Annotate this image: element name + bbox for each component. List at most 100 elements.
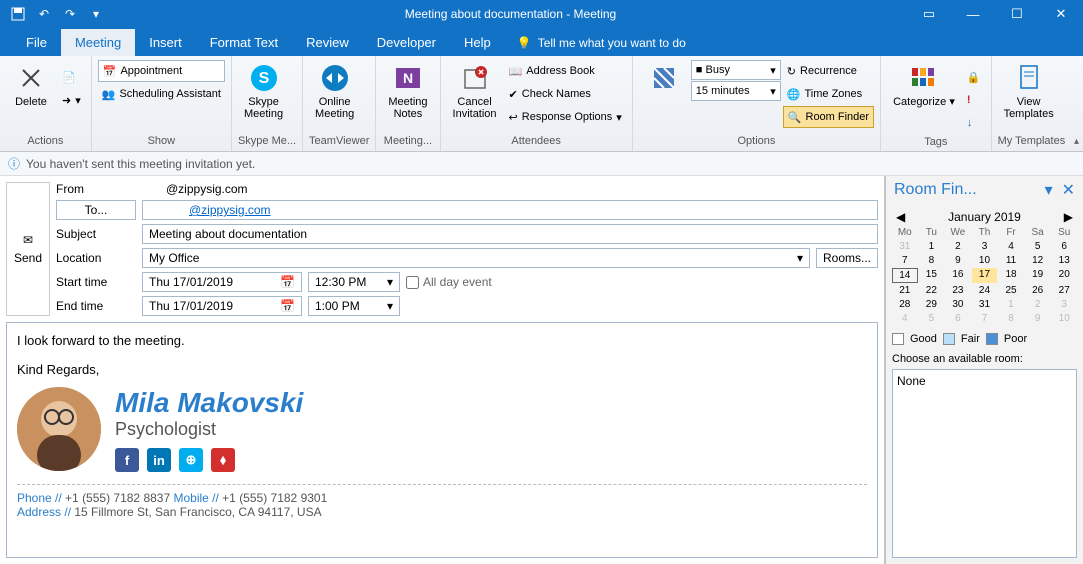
body-line: Kind Regards, [17,362,867,377]
categorize-icon [908,62,940,94]
tab-review[interactable]: Review [292,29,363,56]
save-icon[interactable] [6,2,30,26]
from-value: @zippysig.com [126,182,248,196]
categorize-button[interactable]: Categorize ▾ [887,60,961,110]
subject-label: Subject [56,227,136,241]
rooms-button[interactable]: Rooms... [816,248,878,268]
info-bar: ⓘ You haven't sent this meeting invitati… [0,152,1083,176]
response-options-button[interactable]: ↩Response Options ▾ [505,106,626,128]
minimize-icon[interactable]: — [951,0,995,28]
start-time-field[interactable]: 12:30 PM▾ [308,272,400,292]
end-time-label: End time [56,299,136,313]
calendar-grid[interactable]: MoTuWeThFrSaSu31123456789101112131415161… [892,226,1077,325]
facebook-icon[interactable]: f [115,448,139,472]
group-teamviewer-label: TeamViewer [309,133,369,149]
send-icon: ✉ [23,233,33,247]
high-importance-button[interactable]: ! [963,89,985,111]
start-date-field[interactable]: Thu 17/01/2019📅 [142,272,302,292]
skype-icon: S [248,62,280,94]
address-book-button[interactable]: 📖Address Book [505,60,626,82]
month-label: January 2019 [948,210,1021,224]
location-field[interactable]: My Office▾ [142,248,810,268]
private-button[interactable]: 🔒 [963,66,985,88]
all-day-checkbox[interactable]: All day event [406,275,492,289]
undo-icon[interactable]: ↶ [32,2,56,26]
skype-meeting-button[interactable]: S Skype Meeting [238,60,289,122]
lightbulb-icon: 💡 [517,36,532,50]
calendar-picker-icon[interactable]: 📅 [280,299,295,313]
calendar-picker-icon[interactable]: 📅 [280,275,295,289]
lock-icon: 🔒 [967,71,981,84]
location-label: Location [56,251,136,265]
pane-menu-icon[interactable]: ▾ [1045,182,1053,199]
end-time-field[interactable]: 1:00 PM▾ [308,296,400,316]
forward-button[interactable]: ➜▾ [58,89,85,111]
tell-me-label: Tell me what you want to do [538,36,686,50]
room-icon: 🔍 [788,111,802,124]
cancel-invitation-button[interactable]: Cancel Invitation [447,60,503,122]
prev-month-icon[interactable]: ◀ [896,210,905,224]
to-field[interactable]: @zippysig.com [142,200,878,220]
signature-role: Psychologist [115,419,303,440]
show-as-combo[interactable]: ■ Busy▾ [691,60,781,80]
available-rooms-list[interactable]: None [892,369,1077,558]
linkedin-icon[interactable]: in [147,448,171,472]
low-importance-button[interactable]: ↓ [963,112,985,134]
send-button[interactable]: ✉ Send [6,182,50,316]
subject-field[interactable]: Meeting about documentation [142,224,878,244]
next-month-icon[interactable]: ▶ [1064,210,1073,224]
tab-help[interactable]: Help [450,29,505,56]
reminder-combo[interactable]: 15 minutes▾ [691,81,781,101]
room-finder-button[interactable]: 🔍Room Finder [783,106,874,128]
tell-me-search[interactable]: 💡 Tell me what you want to do [505,30,698,56]
tab-format-text[interactable]: Format Text [196,29,292,56]
tab-file[interactable]: File [12,29,61,56]
copy-icon: 📄 [62,71,76,84]
time-zones-button[interactable]: 🌐Time Zones [783,83,874,105]
copy-button[interactable]: 📄 [58,66,85,88]
maximize-icon[interactable]: ☐ [995,0,1039,28]
to-button[interactable]: To... [56,200,136,220]
delete-button[interactable]: Delete [6,60,56,110]
signature-contact: Phone // +1 (555) 7182 8837 Mobile // +1… [17,484,867,519]
meeting-notes-button[interactable]: N Meeting Notes [382,60,433,122]
location-icon[interactable]: ⬧ [211,448,235,472]
chevron-down-icon[interactable]: ▾ [797,251,803,265]
calendar-icon: 📅 [103,65,117,78]
pane-close-icon[interactable]: ✕ [1062,182,1075,199]
group-options-label: Options [639,133,874,149]
show-as-icon-button[interactable] [639,60,689,96]
end-date-field[interactable]: Thu 17/01/2019📅 [142,296,302,316]
redo-icon[interactable]: ↷ [58,2,82,26]
appointment-button[interactable]: 📅Appointment [98,60,225,82]
tab-meeting[interactable]: Meeting [61,29,135,56]
qat-dropdown-icon[interactable]: ▾ [84,2,108,26]
title-bar: ↶ ↷ ▾ Meeting about documentation - Meet… [0,0,1083,28]
check-names-button[interactable]: ✔Check Names [505,83,626,105]
forward-icon: ➜ [62,94,71,107]
group-templates-label: My Templates [998,133,1066,149]
tab-insert[interactable]: Insert [135,29,196,56]
recurrence-button[interactable]: ↻Recurrence [783,60,874,82]
ribbon-options-icon[interactable]: ▭ [907,0,951,28]
website-icon[interactable]: ⊕ [179,448,203,472]
start-time-label: Start time [56,275,136,289]
cancel-icon [459,62,491,94]
group-actions-label: Actions [6,133,85,149]
message-body[interactable]: I look forward to the meeting. Kind Rega… [6,322,878,558]
delete-icon [15,62,47,94]
view-templates-button[interactable]: View Templates [998,60,1060,122]
room-finder-pane: Room Fin... ▾ ✕ ◀ January 2019 ▶ MoTuWeT… [885,176,1083,564]
group-attendees-label: Attendees [447,133,626,149]
online-meeting-button[interactable]: Online Meeting [309,60,360,122]
availability-legend: Good Fair Poor [886,329,1083,349]
body-line: I look forward to the meeting. [17,333,867,348]
group-skype-label: Skype Me... [238,133,296,149]
group-tags-label: Tags [887,134,984,150]
tab-developer[interactable]: Developer [363,29,450,56]
scheduling-assistant-button[interactable]: 👥Scheduling Assistant [98,83,225,105]
ribbon: Delete 📄 ➜▾ Actions 📅Appointment 👥Schedu… [0,56,1083,152]
collapse-ribbon-icon[interactable]: ▴ [1074,136,1079,147]
close-icon[interactable]: ✕ [1039,0,1083,28]
recurrence-icon: ↻ [787,65,796,78]
